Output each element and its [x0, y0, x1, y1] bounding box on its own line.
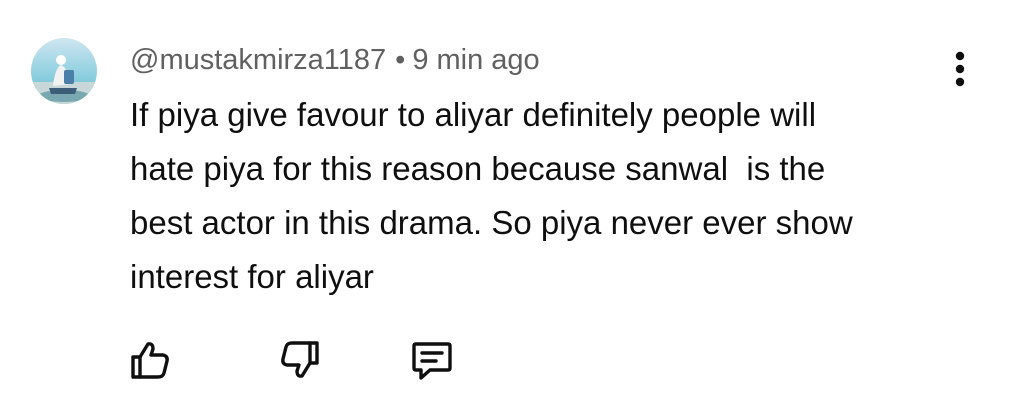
- comment: @mustakmirza1187 • 9 min ago If piya giv…: [0, 0, 1024, 400]
- dislike-button[interactable]: [276, 336, 324, 384]
- comment-line: If piya give favour to aliyar definitely…: [130, 96, 817, 133]
- comment-line: best actor in this drama. So piya never …: [130, 204, 853, 241]
- comment-text: If piya give favour to aliyar definitely…: [130, 88, 960, 304]
- comment-line: hate piya for this reason because sanwal…: [130, 150, 826, 187]
- reply-comment-icon: [412, 342, 452, 380]
- reply-button[interactable]: [408, 336, 456, 384]
- thumb-up-icon: [131, 342, 169, 379]
- meta-separator: •: [395, 43, 406, 76]
- comment-time[interactable]: 9 min ago: [412, 44, 539, 77]
- like-button[interactable]: [126, 336, 174, 384]
- comment-line: interest for aliyar: [130, 258, 374, 295]
- comment-meta: @mustakmirza1187 • 9 min ago: [130, 40, 540, 80]
- avatar[interactable]: [31, 38, 97, 104]
- more-vert-icon: [955, 51, 965, 87]
- author-name[interactable]: @mustakmirza1187: [130, 44, 386, 77]
- avatar-image: [31, 38, 97, 104]
- thumb-down-icon: [281, 341, 319, 378]
- more-options-button[interactable]: [940, 46, 980, 92]
